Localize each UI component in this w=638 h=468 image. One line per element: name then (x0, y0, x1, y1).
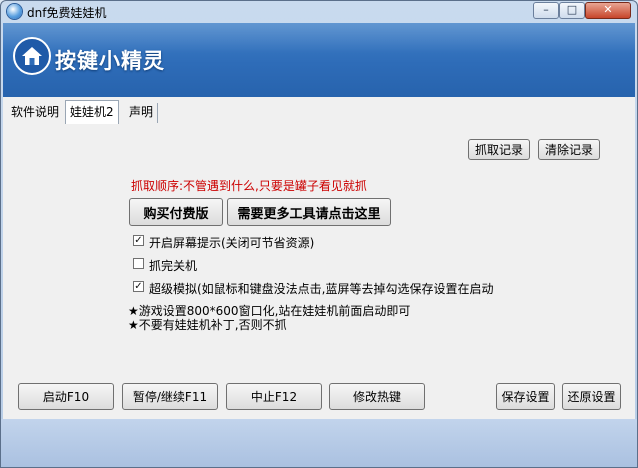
modify-hotkey-button[interactable]: 修改热键 (329, 383, 425, 410)
window-bottom-frame (1, 419, 637, 467)
restore-settings-button[interactable]: 还原设置 (562, 383, 621, 410)
title-bar: dnf免费娃娃机 – □ ✕ (1, 1, 637, 23)
tab-claw-machine-2[interactable]: 娃娃机2 (65, 100, 119, 124)
pause-resume-button[interactable]: 暂停/继续F11 (122, 383, 218, 410)
clear-log-button[interactable]: 清除记录 (538, 139, 600, 160)
app-icon (7, 4, 22, 19)
note-no-patch: ★不要有娃娃机补丁,否则不抓 (128, 318, 287, 332)
save-settings-button[interactable]: 保存设置 (496, 383, 555, 410)
minimize-button[interactable]: – (533, 2, 559, 19)
checkbox-box[interactable] (133, 258, 144, 269)
house-logo-icon (13, 37, 51, 75)
app-window: dnf免费娃娃机 – □ ✕ 按键小精灵 软件说明 娃娃机2 声明 抓取记录 清… (0, 0, 638, 468)
checkbox-box[interactable]: ✓ (133, 235, 144, 246)
maximize-button[interactable]: □ (559, 2, 585, 19)
start-button[interactable]: 启动F10 (18, 383, 114, 410)
tab-statement[interactable]: 声明 (125, 103, 159, 123)
header-banner: 按键小精灵 (3, 23, 635, 97)
tab-software-info[interactable]: 软件说明 (7, 103, 63, 123)
checkbox-box[interactable]: ✓ (133, 281, 144, 292)
buy-paid-version-button[interactable]: 购买付费版 (129, 198, 223, 226)
more-tools-button[interactable]: 需要更多工具请点击这里 (227, 198, 391, 226)
main-panel: 抓取记录 清除记录 抓取顺序:不管遇到什么,只要是罐子看见就抓 购买付费版 需要… (3, 124, 635, 419)
brand-title: 按键小精灵 (55, 49, 165, 73)
close-button[interactable]: ✕ (585, 2, 631, 19)
tab-bar: 软件说明 娃娃机2 声明 (3, 97, 635, 125)
stop-button[interactable]: 中止F12 (226, 383, 322, 410)
capture-order-text: 抓取顺序:不管遇到什么,只要是罐子看见就抓 (131, 179, 367, 193)
window-title: dnf免费娃娃机 (27, 6, 107, 20)
capture-log-button[interactable]: 抓取记录 (468, 139, 530, 160)
